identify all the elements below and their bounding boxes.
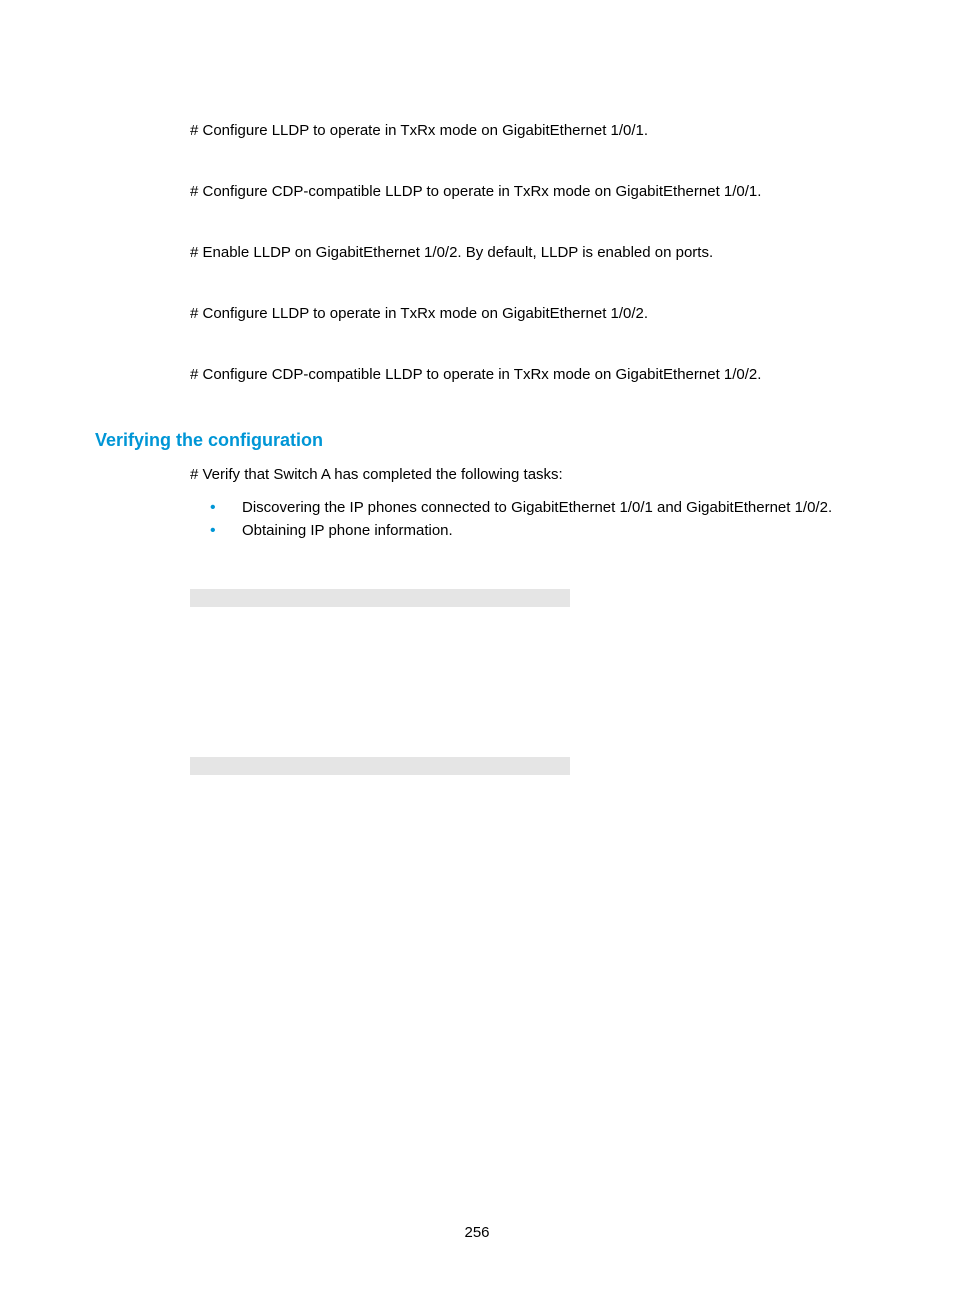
list-item: Discovering the IP phones connected to G… <box>210 499 859 516</box>
placeholder-bar <box>190 589 570 607</box>
step-text: # Configure LLDP to operate in TxRx mode… <box>190 120 859 141</box>
step-text: # Configure LLDP to operate in TxRx mode… <box>190 303 859 324</box>
list-item: Obtaining IP phone information. <box>210 522 859 539</box>
section-heading: Verifying the configuration <box>95 430 859 451</box>
placeholder-bar <box>190 757 570 775</box>
bullet-list: Discovering the IP phones connected to G… <box>210 499 859 539</box>
section-intro: # Verify that Switch A has completed the… <box>190 466 859 483</box>
step-text: # Configure CDP-compatible LLDP to opera… <box>190 181 859 202</box>
page-number: 256 <box>0 1224 954 1241</box>
step-text: # Configure CDP-compatible LLDP to opera… <box>190 364 859 385</box>
step-text: # Enable LLDP on GigabitEthernet 1/0/2. … <box>190 242 859 263</box>
